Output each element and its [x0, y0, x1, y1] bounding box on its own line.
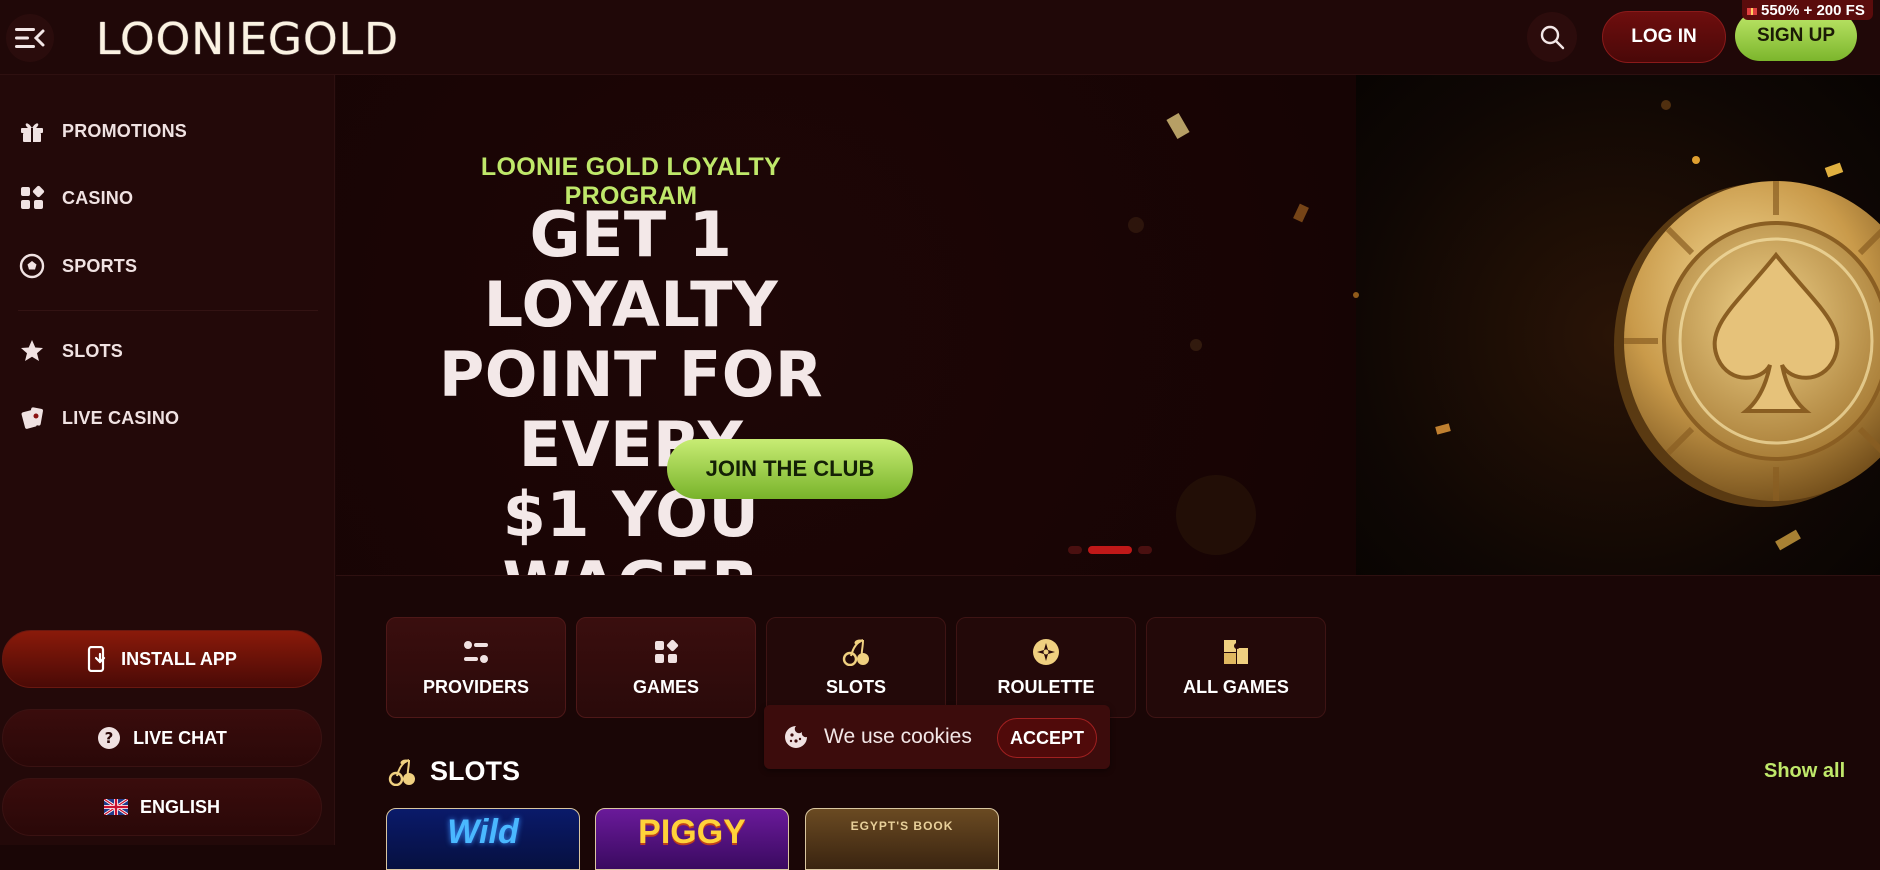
roulette-icon [1031, 637, 1061, 667]
soccer-ball-icon [18, 252, 46, 280]
live-chat-button[interactable]: ? LIVE CHAT [2, 709, 322, 767]
sidebar: PROMOTIONS CASINO SPORTS SLOTS LIVE CASI… [0, 75, 335, 845]
star-icon [18, 337, 46, 365]
category-label: GAMES [632, 677, 699, 697]
search-icon [1540, 25, 1565, 50]
join-club-button[interactable]: JOIN THE CLUB [667, 439, 913, 499]
install-app-button[interactable]: INSTALL APP [2, 630, 322, 688]
game-thumbnail[interactable]: PIGGY [595, 808, 789, 870]
sidebar-item-slots[interactable]: SLOTS [18, 331, 123, 371]
sidebar-item-label: LIVE CASINO [62, 407, 180, 428]
game-thumbnail[interactable]: EGYPT'S BOOK [805, 808, 999, 870]
category-roulette[interactable]: ROULETTE [956, 617, 1136, 718]
svg-text:?: ? [105, 729, 114, 747]
menu-toggle-button[interactable] [6, 14, 54, 62]
game-thumbnail[interactable]: Wild [386, 808, 580, 870]
hero-title: GET 1 LOYALTY POINT FOR EVERY $1 YOU WAG… [426, 200, 836, 576]
category-label: SLOTS [825, 677, 886, 697]
sidebar-item-casino[interactable]: CASINO [18, 178, 133, 218]
top-header: LOONIEGOLD LOG IN SIGN UP 550% + 200 FS [0, 0, 1880, 75]
sidebar-item-label: CASINO [62, 187, 134, 208]
phone-download-icon [88, 646, 106, 672]
carousel-dots [1068, 546, 1152, 554]
category-games[interactable]: GAMES [576, 617, 756, 718]
category-slots[interactable]: SLOTS [766, 617, 946, 718]
hero-title-line: GET 1 LOYALTY [483, 198, 779, 341]
install-app-label: INSTALL APP [121, 648, 237, 669]
live-chat-label: LIVE CHAT [133, 727, 227, 748]
gift-icon [1747, 8, 1757, 15]
category-label: ALL GAMES [1183, 677, 1289, 697]
language-selector[interactable]: ENGLISH [2, 778, 322, 836]
carousel-dot[interactable] [1068, 546, 1082, 554]
show-all-link[interactable]: Show all [1764, 760, 1845, 783]
cherry-icon [841, 637, 871, 667]
carousel-dot-active[interactable] [1088, 546, 1132, 554]
sidebar-item-sports[interactable]: SPORTS [18, 246, 137, 286]
category-all-games[interactable]: ALL GAMES [1146, 617, 1326, 718]
cards-icon [18, 404, 46, 432]
grid-icon [18, 184, 46, 212]
sidebar-divider [18, 310, 318, 311]
language-label: ENGLISH [139, 796, 220, 817]
search-button[interactable] [1527, 12, 1577, 62]
category-label: ROULETTE [997, 677, 1095, 697]
carousel-dot[interactable] [1138, 546, 1152, 554]
category-label: PROVIDERS [422, 677, 530, 697]
bonus-badge[interactable]: 550% + 200 FS [1742, 0, 1873, 20]
sidebar-item-label: SLOTS [62, 340, 124, 361]
cookie-banner: We use cookies ACCEPT [764, 705, 1110, 769]
help-icon: ? [98, 727, 121, 749]
menu-icon [15, 28, 45, 48]
hero-banner: LOONIE GOLD LOYALTY PROGRAM GET 1 LOYALT… [336, 75, 1880, 576]
sliders-icon [461, 637, 491, 667]
site-logo[interactable]: LOONIEGOLD [96, 14, 399, 65]
sidebar-item-label: PROMOTIONS [62, 120, 188, 141]
login-button[interactable]: LOG IN [1602, 11, 1726, 63]
puzzle-icon [1221, 637, 1251, 667]
game-thumbnail-title: PIGGY [638, 813, 746, 851]
cherry-icon [388, 758, 415, 786]
bonus-badge-text: 550% + 200 FS [1761, 1, 1865, 19]
sidebar-item-live-casino[interactable]: LIVE CASINO [18, 398, 179, 438]
game-thumbnail-title: EGYPT'S BOOK [850, 819, 954, 833]
sidebar-item-promotions[interactable]: PROMOTIONS [18, 111, 187, 151]
slots-section-header: SLOTS [386, 756, 520, 787]
sidebar-item-label: SPORTS [62, 255, 138, 276]
game-thumbnail-title: Wild [447, 813, 519, 851]
gift-icon [18, 117, 46, 145]
cookie-icon [785, 726, 807, 748]
cookie-text: We use cookies [824, 725, 972, 748]
grid-icon [651, 637, 681, 667]
cookie-accept-button[interactable]: ACCEPT [997, 718, 1097, 758]
category-providers[interactable]: PROVIDERS [386, 617, 566, 718]
gold-coin-spade-icon [1614, 181, 1880, 507]
section-title: SLOTS [430, 756, 521, 786]
uk-flag-icon [103, 799, 128, 815]
